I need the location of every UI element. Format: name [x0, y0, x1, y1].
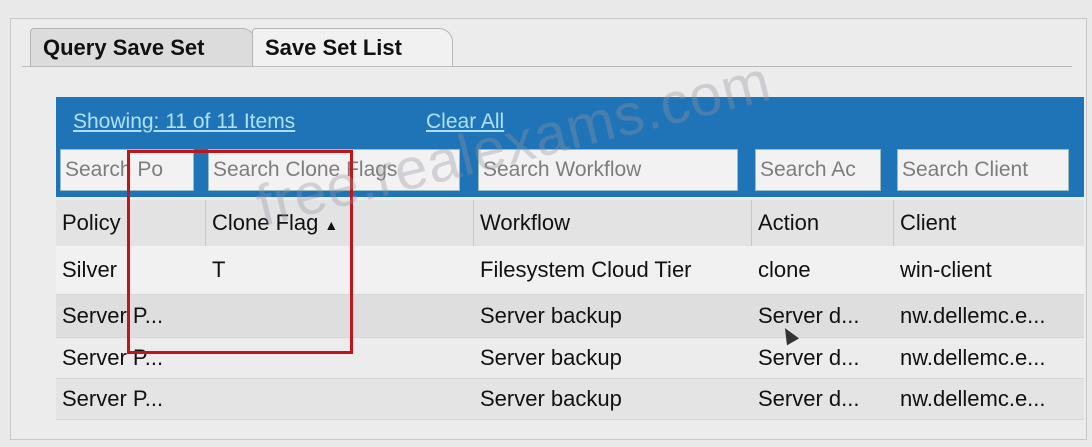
cell-action: Server d... — [758, 345, 860, 370]
cell-action: Server d... — [758, 386, 860, 411]
cell-workflow: Server backup — [480, 345, 622, 370]
cell-client: nw.dellemc.e... — [900, 386, 1046, 411]
cell-workflow: Filesystem Cloud Tier — [480, 257, 692, 282]
search-action-input[interactable] — [755, 149, 881, 191]
tab-divider — [22, 66, 1072, 67]
showing-count-link[interactable]: Showing: 11 of 11 Items — [73, 110, 295, 134]
column-header-workflow[interactable]: Workflow — [474, 200, 752, 246]
table-row[interactable]: Server P... Server backup Server d... nw… — [56, 379, 1084, 420]
column-header-action[interactable]: Action — [752, 200, 894, 246]
tab-save-set-list[interactable]: Save Set List — [252, 28, 453, 67]
search-client-input[interactable] — [897, 149, 1069, 191]
cell-client: nw.dellemc.e... — [900, 345, 1046, 370]
cell-policy: Server P... — [62, 386, 164, 411]
column-header-client[interactable]: Client — [894, 200, 1084, 246]
cell-client: win-client — [900, 257, 992, 282]
cell-client: nw.dellemc.e... — [900, 303, 1046, 328]
tab-query-save-set[interactable]: Query Save Set — [30, 28, 256, 67]
cell-workflow: Server backup — [480, 386, 622, 411]
cell-action: clone — [758, 257, 811, 282]
cell-clone-flag — [206, 379, 474, 419]
cell-action: Server d... — [758, 303, 860, 328]
cell-workflow: Server backup — [480, 303, 622, 328]
